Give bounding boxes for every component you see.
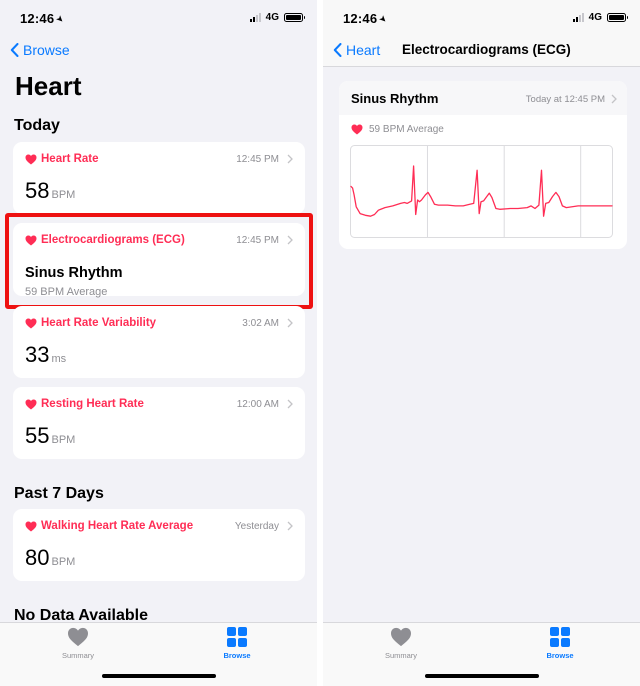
card-time: 3:02 AM [242, 317, 279, 329]
status-indicators: 4G [249, 12, 305, 23]
battery-icon [607, 13, 628, 22]
grid-icon [550, 627, 570, 647]
section-title-today: Today [14, 117, 60, 134]
card-heart-rate-variability[interactable]: Heart Rate Variability 3:02 AM 33 ms [13, 306, 305, 378]
navigation-bar: 12:46➤ 4G Heart Electrocardiograms (ECG) [323, 0, 640, 67]
tab-bar: Summary Browse [323, 622, 640, 686]
tab-label: Browse [546, 651, 574, 660]
chevron-left-icon [333, 43, 342, 57]
status-indicators: 4G [572, 12, 628, 23]
metric-unit: BPM [51, 434, 76, 446]
cellular-signal-icon [572, 13, 584, 22]
metric-value: 55 [25, 423, 50, 448]
location-arrow-icon: ➤ [377, 12, 390, 26]
chevron-right-icon [611, 94, 617, 104]
metric-unit: BPM [51, 556, 76, 568]
ecg-waveform-chart [350, 145, 613, 238]
heart-icon [68, 627, 88, 647]
metric-unit: ms [51, 353, 67, 365]
metric-value: 58 [25, 178, 50, 203]
ecg-card-header: Sinus Rhythm Today at 12:45 PM [339, 81, 627, 115]
card-title: Electrocardiograms (ECG) [41, 234, 185, 246]
status-time: 12:46➤ [343, 11, 390, 26]
metric-value: 33 [25, 342, 50, 367]
card-time: 12:45 PM [236, 153, 279, 165]
heart-icon [25, 235, 37, 245]
status-time-text: 12:46 [343, 11, 378, 26]
ecg-average: 59 BPM Average [25, 286, 108, 298]
card-title: Walking Heart Rate Average [41, 520, 194, 532]
location-arrow-icon: ➤ [54, 12, 67, 26]
heart-icon [391, 627, 411, 647]
chevron-right-icon [287, 154, 293, 164]
chevron-right-icon [287, 399, 293, 409]
card-resting-heart-rate[interactable]: Resting Heart Rate 12:00 AM 55 BPM [13, 387, 305, 459]
status-time-text: 12:46 [20, 11, 55, 26]
back-button-browse[interactable]: Browse [10, 42, 70, 58]
battery-icon [284, 13, 305, 22]
tab-label: Browse [223, 651, 251, 660]
chevron-right-icon [287, 521, 293, 531]
network-type: 4G [265, 12, 279, 23]
tab-browse[interactable]: Browse [197, 627, 277, 660]
ecg-frame [350, 145, 613, 238]
heart-icon [25, 399, 37, 409]
tab-summary[interactable]: Summary [361, 627, 441, 660]
network-type: 4G [588, 12, 602, 23]
status-bar: 12:46➤ 4G [0, 0, 317, 36]
nav-title: Electrocardiograms (ECG) [402, 42, 571, 57]
ecg-card-title: Sinus Rhythm [351, 91, 439, 106]
card-time: Yesterday [234, 520, 279, 532]
card-time: 12:00 AM [236, 398, 279, 410]
tab-browse[interactable]: Browse [520, 627, 600, 660]
chevron-left-icon [10, 43, 19, 57]
card-title: Heart Rate Variability [41, 317, 157, 329]
ecg-bpm-label: 59 BPM Average [369, 124, 444, 135]
tab-label: Summary [384, 651, 418, 660]
metric-value: 80 [25, 545, 50, 570]
chevron-right-icon [287, 235, 293, 245]
card-heart-rate[interactable]: Heart Rate 12:45 PM 58 BPM [13, 142, 305, 214]
heart-icon [25, 521, 37, 531]
status-bar: 12:46➤ 4G [323, 0, 640, 36]
heart-icon [25, 318, 37, 328]
tab-bar: Summary Browse [0, 622, 317, 686]
home-indicator[interactable] [424, 674, 539, 678]
heart-browse-screen: 12:46➤ 4G Browse Heart Today Heart Rate … [0, 0, 317, 686]
ecg-result: Sinus Rhythm [25, 265, 123, 281]
heart-icon [351, 124, 363, 135]
grid-icon [227, 627, 247, 647]
cellular-signal-icon [249, 13, 261, 22]
ecg-bpm-row: 59 BPM Average [351, 124, 444, 135]
section-title-past-7-days: Past 7 Days [14, 485, 104, 502]
heart-icon [25, 154, 37, 164]
status-time: 12:46➤ [20, 11, 67, 26]
card-time: 12:45 PM [236, 234, 279, 246]
back-button-heart[interactable]: Heart [333, 42, 380, 58]
card-title: Resting Heart Rate [41, 398, 144, 410]
ecg-detail-screen: 12:46➤ 4G Heart Electrocardiograms (ECG)… [323, 0, 640, 686]
card-walking-heart-rate[interactable]: Walking Heart Rate Average Yesterday 80 … [13, 509, 305, 581]
chevron-right-icon [287, 318, 293, 328]
ecg-card-time: Today at 12:45 PM [525, 94, 605, 105]
card-title: Heart Rate [41, 153, 99, 165]
tab-summary[interactable]: Summary [38, 627, 118, 660]
tab-label: Summary [61, 651, 95, 660]
back-label: Browse [23, 42, 70, 58]
ecg-recording-card[interactable]: Sinus Rhythm Today at 12:45 PM 59 BPM Av… [339, 81, 627, 249]
page-title: Heart [15, 71, 82, 101]
back-label: Heart [346, 42, 381, 58]
home-indicator[interactable] [101, 674, 216, 678]
metric-unit: BPM [51, 189, 76, 201]
card-ecg[interactable]: Electrocardiograms (ECG) 12:45 PM Sinus … [13, 223, 305, 298]
